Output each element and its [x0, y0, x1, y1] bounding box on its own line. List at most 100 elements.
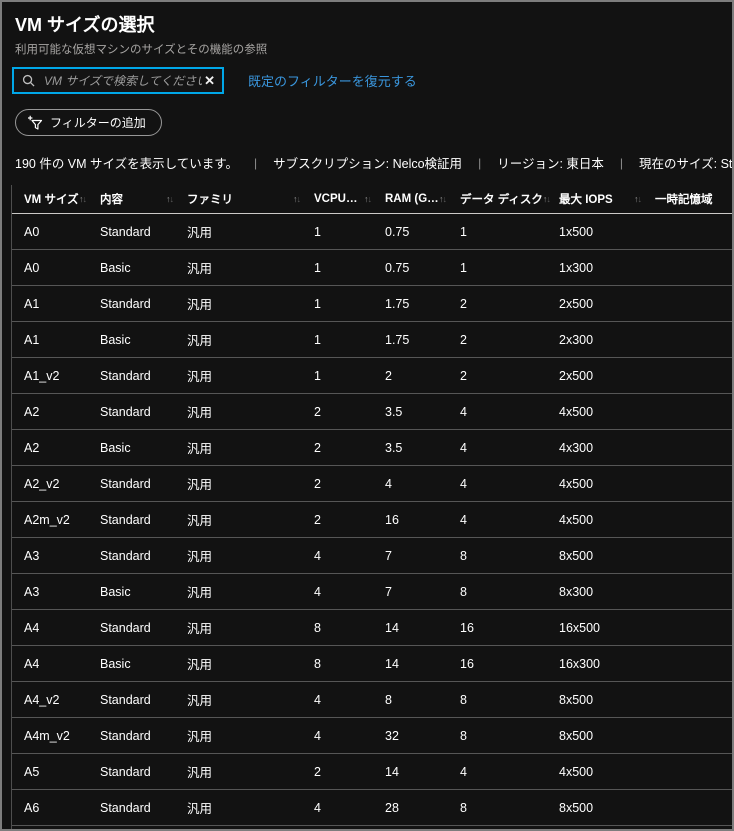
cell-vcpus: 4: [314, 800, 321, 815]
region-filter-text: リージョン: 東日本: [497, 157, 604, 171]
add-filter-button[interactable]: フィルターの追加: [15, 109, 162, 136]
restore-default-filters-link[interactable]: 既定のフィルターを復元する: [248, 71, 417, 90]
cell-vm_size: A2m_v2: [24, 512, 70, 527]
table-row[interactable]: A4_v2 Standard 汎用 4 8 8 8x500: [12, 682, 732, 718]
cell-description: Basic: [100, 440, 131, 455]
cell-ram_gb: 1.75: [385, 296, 410, 311]
cell-data_disks: 8: [460, 584, 467, 599]
cell-vm_size: A3: [24, 548, 40, 563]
sort-arrows-icon[interactable]: ↑↓: [293, 194, 301, 204]
cell-max_iops: 8x300: [559, 584, 594, 599]
cell-vm_size: A3: [24, 584, 40, 599]
cell-max_iops: 1x300: [559, 260, 594, 275]
table-row[interactable]: A6 Standard 汎用 4 28 8 8x500: [12, 790, 732, 826]
column-header-max_iops[interactable]: 最大 IOPS ↑↓: [559, 191, 655, 207]
cell-max_iops: 8x500: [559, 800, 594, 815]
cell-description: Standard: [100, 404, 151, 419]
cell-vm_size: A2_v2: [24, 476, 60, 491]
page-subtitle: 利用可能な仮想マシンのサイズとその機能の参照: [15, 44, 268, 56]
table-row[interactable]: A4m_v2 Standard 汎用 4 32 8 8x500: [12, 718, 732, 754]
cell-family: 汎用: [187, 730, 213, 744]
cell-vm_size: A4m_v2: [24, 728, 70, 743]
cell-data_disks: 4: [460, 476, 467, 491]
cell-family: 汎用: [187, 514, 213, 528]
column-header-vm_size[interactable]: VM サイズ ↑↓: [24, 191, 100, 207]
sort-arrows-icon[interactable]: ↑↓: [166, 194, 174, 204]
cell-max_iops: 4x300: [559, 440, 594, 455]
column-label: データ ディスク: [460, 194, 543, 206]
cell-description: Standard: [100, 620, 151, 635]
cell-family: 汎用: [187, 694, 213, 708]
vm-size-table: VM サイズ ↑↓ 内容 ↑↓ ファミリ ↑↓ VCPU… ↑↓ RAM (G… ↑↓ データ ディ…: [11, 185, 732, 829]
cell-vcpus: 1: [314, 224, 321, 239]
cell-family: 汎用: [187, 370, 213, 384]
sort-arrows-icon[interactable]: ↑↓: [439, 194, 447, 204]
cell-data_disks: 2: [460, 332, 467, 347]
cell-description: Standard: [100, 764, 151, 779]
cell-data_disks: 16: [460, 656, 474, 671]
table-row[interactable]: A3 Standard 汎用 4 7 8 8x500: [12, 538, 732, 574]
cell-description: Standard: [100, 800, 151, 815]
table-row[interactable]: A2 Standard 汎用 2 3.5 4 4x500: [12, 394, 732, 430]
search-input[interactable]: [42, 72, 205, 89]
cell-ram_gb: 7: [385, 548, 392, 563]
cell-ram_gb: 0.75: [385, 260, 410, 275]
cell-family: 汎用: [187, 586, 213, 600]
cell-data_disks: 1: [460, 260, 467, 275]
column-label: 内容: [100, 194, 123, 206]
table-row[interactable]: A1 Basic 汎用 1 1.75 2 2x300: [12, 322, 732, 358]
cell-ram_gb: 4: [385, 476, 392, 491]
cell-description: Standard: [100, 296, 151, 311]
cell-description: Basic: [100, 584, 131, 599]
cell-ram_gb: 8: [385, 692, 392, 707]
cell-description: Standard: [100, 692, 151, 707]
table-row[interactable]: A3 Basic 汎用 4 7 8 8x300: [12, 574, 732, 610]
sort-arrows-icon[interactable]: ↑↓: [79, 194, 87, 204]
cell-vcpus: 4: [314, 548, 321, 563]
table-row[interactable]: A2_v2 Standard 汎用 2 4 4 4x500: [12, 466, 732, 502]
column-label: VM サイズ: [24, 194, 79, 206]
cell-max_iops: 16x300: [559, 656, 601, 671]
clear-search-icon[interactable]: ✕: [204, 74, 215, 87]
cell-data_disks: 4: [460, 404, 467, 419]
cell-vcpus: 2: [314, 440, 321, 455]
column-header-data_disks[interactable]: データ ディスク ↑↓: [460, 191, 559, 207]
table-row[interactable]: A2 Basic 汎用 2 3.5 4 4x300: [12, 430, 732, 466]
cell-vm_size: A0: [24, 224, 40, 239]
column-header-vcpus[interactable]: VCPU… ↑↓: [314, 193, 385, 205]
search-box[interactable]: ✕: [12, 67, 224, 94]
cell-vm_size: A4: [24, 656, 40, 671]
column-header-family[interactable]: ファミリ ↑↓: [187, 191, 314, 207]
cell-family: 汎用: [187, 802, 213, 816]
cell-family: 汎用: [187, 658, 213, 672]
table-row[interactable]: A1_v2 Standard 汎用 1 2 2 2x500: [12, 358, 732, 394]
table-row[interactable]: A1 Standard 汎用 1 1.75 2 2x500: [12, 286, 732, 322]
cell-data_disks: 16: [460, 620, 474, 635]
sort-arrows-icon[interactable]: ↑↓: [364, 194, 372, 204]
page-title: VM サイズの選択: [15, 15, 155, 35]
cell-family: 汎用: [187, 334, 213, 348]
table-row[interactable]: A0 Basic 汎用 1 0.75 1 1x300: [12, 250, 732, 286]
column-header-description[interactable]: 内容 ↑↓: [100, 191, 187, 207]
sort-arrows-icon[interactable]: ↑↓: [634, 194, 642, 204]
cell-ram_gb: 1.75: [385, 332, 410, 347]
sort-arrows-icon[interactable]: ↑↓: [543, 194, 551, 204]
cell-vcpus: 4: [314, 692, 321, 707]
column-label: RAM (G…: [385, 193, 439, 205]
table-row[interactable]: A4 Standard 汎用 8 14 16 16x500: [12, 610, 732, 646]
cell-data_disks: 2: [460, 368, 467, 383]
cell-vcpus: 1: [314, 296, 321, 311]
cell-description: Standard: [100, 224, 151, 239]
table-row[interactable]: A0 Standard 汎用 1 0.75 1 1x500: [12, 214, 732, 250]
cell-family: 汎用: [187, 226, 213, 240]
panel-header: VM サイズの選択 利用可能な仮想マシンのサイズとその機能の参照: [2, 2, 732, 57]
table-row[interactable]: A7Standard汎用8561616x500: [12, 826, 732, 829]
table-row[interactable]: A4 Basic 汎用 8 14 16 16x300: [12, 646, 732, 682]
cell-description: Basic: [100, 332, 131, 347]
cell-max_iops: 4x500: [559, 764, 594, 779]
table-row[interactable]: A5 Standard 汎用 2 14 4 4x500: [12, 754, 732, 790]
current-size-text: 現在のサイズ: Standard_DS1_v2: [639, 157, 733, 171]
column-header-ram_gb[interactable]: RAM (G… ↑↓: [385, 193, 460, 205]
table-row[interactable]: A2m_v2 Standard 汎用 2 16 4 4x500: [12, 502, 732, 538]
separator: |: [619, 155, 624, 170]
